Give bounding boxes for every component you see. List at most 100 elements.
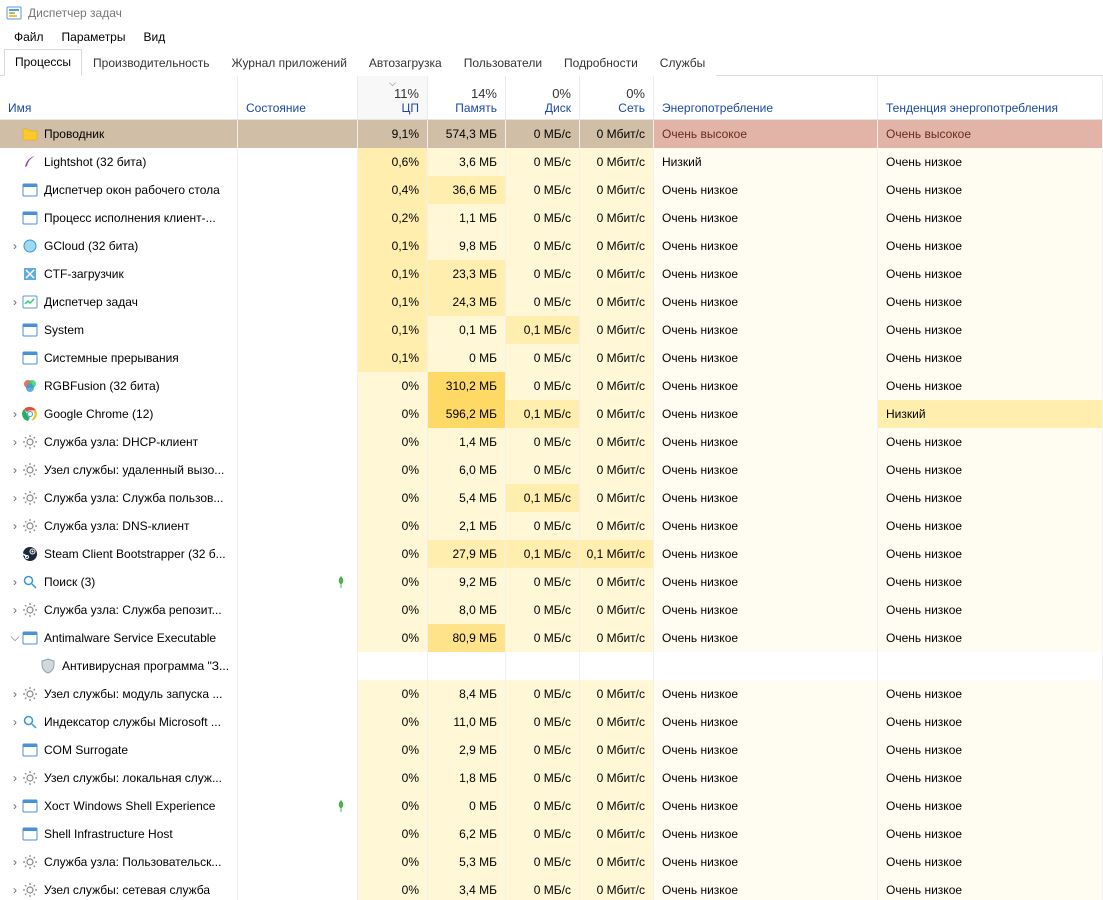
process-row[interactable]: ›Служба узла: Служба репозит...0%8,0 МБ0… — [0, 596, 1103, 624]
process-row[interactable]: ⌵Antimalware Service Executable0%80,9 МБ… — [0, 624, 1103, 652]
process-row[interactable]: ›Хост Windows Shell Experience0%0 МБ0 МБ… — [0, 792, 1103, 820]
cell-net: 0 Мбит/с — [580, 512, 654, 540]
chevron-right-icon[interactable]: › — [8, 799, 22, 813]
chevron-right-icon[interactable]: › — [8, 855, 22, 869]
cell-disk: 0 МБ/с — [506, 456, 580, 484]
chevron-right-icon[interactable]: › — [8, 883, 22, 897]
cell-net: 0 Мбит/с — [580, 260, 654, 288]
process-row[interactable]: Lightshot (32 бита)0,6%3,6 МБ0 МБ/с0 Мби… — [0, 148, 1103, 176]
process-row[interactable]: Системные прерывания0,1%0 МБ0 МБ/с0 Мбит… — [0, 344, 1103, 372]
process-row[interactable]: ›Узел службы: сетевая служба0%3,4 МБ0 МБ… — [0, 876, 1103, 900]
tab-app-history[interactable]: Журнал приложений — [221, 50, 358, 76]
cell-name: ›GCloud (32 бита) — [0, 232, 238, 260]
cell-power-trend: Очень низкое — [878, 736, 1103, 764]
col-header-name[interactable]: Имя — [0, 76, 238, 119]
col-header-cpu[interactable]: ⌵ 11% ЦП — [358, 76, 428, 119]
cell-name: ›Google Chrome (12) — [0, 400, 238, 428]
cell-status — [238, 736, 358, 764]
process-name-label: Lightshot (32 бита) — [44, 155, 146, 169]
cell-trend — [878, 652, 1103, 680]
cell-disk: 0 МБ/с — [506, 792, 580, 820]
cell-mem — [428, 652, 506, 680]
chevron-right-icon[interactable]: › — [8, 687, 22, 701]
cell-power: Очень низкое — [654, 260, 878, 288]
col-header-power[interactable]: Энергопотребление — [654, 76, 878, 119]
winexe-icon — [22, 350, 38, 366]
process-row[interactable]: ›Служба узла: DHCP-клиент0%1,4 МБ0 МБ/с0… — [0, 428, 1103, 456]
cell-status — [238, 624, 358, 652]
chevron-right-icon[interactable]: › — [8, 407, 22, 421]
chevron-right-icon[interactable]: › — [8, 295, 22, 309]
tab-details[interactable]: Подробности — [553, 50, 649, 76]
cell-name: System — [0, 316, 238, 344]
cell-net: 0 Мбит/с — [580, 568, 654, 596]
cell-net: 0 Мбит/с — [580, 484, 654, 512]
menu-view[interactable]: Вид — [135, 28, 173, 46]
tab-startup[interactable]: Автозагрузка — [358, 50, 453, 76]
cell-power-trend: Очень низкое — [878, 148, 1103, 176]
tab-performance[interactable]: Производительность — [82, 50, 220, 76]
tab-processes[interactable]: Процессы — [4, 49, 82, 76]
cell-power-trend: Очень низкое — [878, 680, 1103, 708]
cell-cpu: 0% — [358, 512, 428, 540]
process-name-label: Системные прерывания — [44, 351, 179, 365]
cell-net: 0 Мбит/с — [580, 680, 654, 708]
process-row[interactable]: ›Служба узла: Пользовательск...0%5,3 МБ0… — [0, 848, 1103, 876]
process-row[interactable]: System0,1%0,1 МБ0,1 МБ/с0 Мбит/сОчень ни… — [0, 316, 1103, 344]
cell-net: 0 Мбит/с — [580, 456, 654, 484]
folder-icon — [22, 126, 38, 142]
process-row[interactable]: ›GCloud (32 бита)0,1%9,8 МБ0 МБ/с0 Мбит/… — [0, 232, 1103, 260]
cell-power-trend: Очень низкое — [878, 456, 1103, 484]
tab-users[interactable]: Пользователи — [453, 50, 553, 76]
process-row[interactable]: Проводник9,1%574,3 МБ0 МБ/с0 Мбит/сОчень… — [0, 120, 1103, 148]
process-row[interactable]: ›Индексатор службы Microsoft ...0%11,0 М… — [0, 708, 1103, 736]
process-row[interactable]: Steam Client Bootstrapper (32 б...0%27,9… — [0, 540, 1103, 568]
process-row[interactable]: ›Узел службы: модуль запуска ...0%8,4 МБ… — [0, 680, 1103, 708]
cell-disk: 0 МБ/с — [506, 568, 580, 596]
chevron-right-icon[interactable]: › — [8, 715, 22, 729]
process-row[interactable]: ›Служба узла: Служба пользов...0%5,4 МБ0… — [0, 484, 1103, 512]
process-row[interactable]: Процесс исполнения клиент-...0,2%1,1 МБ0… — [0, 204, 1103, 232]
cell-name: COM Surrogate — [0, 736, 238, 764]
cell-power: Очень низкое — [654, 792, 878, 820]
process-row[interactable]: ›Служба узла: DNS-клиент0%2,1 МБ0 МБ/с0 … — [0, 512, 1103, 540]
process-row[interactable]: ›Узел службы: удаленный вызо...0%6,0 МБ0… — [0, 456, 1103, 484]
feather-icon — [22, 154, 38, 170]
col-header-disk[interactable]: 0% Диск — [506, 76, 580, 119]
process-row[interactable]: Диспетчер окон рабочего стола0,4%36,6 МБ… — [0, 176, 1103, 204]
chevron-right-icon[interactable]: › — [8, 435, 22, 449]
chevron-right-icon[interactable]: › — [8, 239, 22, 253]
process-row[interactable]: CTF-загрузчик0,1%23,3 МБ0 МБ/с0 Мбит/сОч… — [0, 260, 1103, 288]
process-row[interactable]: Shell Infrastructure Host0%6,2 МБ0 МБ/с0… — [0, 820, 1103, 848]
cell-mem: 36,6 МБ — [428, 176, 506, 204]
cell-disk: 0 МБ/с — [506, 680, 580, 708]
process-row[interactable]: RGBFusion (32 бита)0%310,2 МБ0 МБ/с0 Мби… — [0, 372, 1103, 400]
menu-options[interactable]: Параметры — [54, 28, 134, 46]
tab-services[interactable]: Службы — [649, 50, 716, 76]
process-row[interactable]: COM Surrogate0%2,9 МБ0 МБ/с0 Мбит/сОчень… — [0, 736, 1103, 764]
cell-power: Очень низкое — [654, 512, 878, 540]
chevron-down-icon[interactable]: ⌵ — [8, 630, 22, 645]
col-header-network[interactable]: 0% Сеть — [580, 76, 654, 119]
chevron-right-icon[interactable]: › — [8, 771, 22, 785]
process-row[interactable]: ›Поиск (3)0%9,2 МБ0 МБ/с0 Мбит/сОчень ни… — [0, 568, 1103, 596]
cell-mem: 1,4 МБ — [428, 428, 506, 456]
col-header-memory[interactable]: 14% Память — [428, 76, 506, 119]
chevron-right-icon[interactable]: › — [8, 575, 22, 589]
process-row[interactable]: ›Google Chrome (12)0%596,2 МБ0,1 МБ/с0 М… — [0, 400, 1103, 428]
chevron-right-icon[interactable]: › — [8, 603, 22, 617]
cell-power: Очень низкое — [654, 316, 878, 344]
process-row[interactable]: Антивирусная программа "З... — [0, 652, 1103, 680]
cell-mem: 1,1 МБ — [428, 204, 506, 232]
process-row[interactable]: ›Диспетчер задач0,1%24,3 МБ0 МБ/с0 Мбит/… — [0, 288, 1103, 316]
process-row[interactable]: ›Узел службы: локальная служ...0%1,8 МБ0… — [0, 764, 1103, 792]
chevron-right-icon[interactable]: › — [8, 463, 22, 477]
cell-mem: 3,4 МБ — [428, 876, 506, 900]
cell-power-trend: Очень низкое — [878, 232, 1103, 260]
col-header-status[interactable]: Состояние — [238, 76, 358, 119]
chevron-right-icon[interactable]: › — [8, 491, 22, 505]
chevron-right-icon[interactable]: › — [8, 519, 22, 533]
process-list[interactable]: Проводник9,1%574,3 МБ0 МБ/с0 Мбит/сОчень… — [0, 120, 1103, 900]
col-header-power-trend[interactable]: Тенденция энергопотребления — [878, 76, 1103, 119]
menu-file[interactable]: Файл — [6, 28, 52, 46]
